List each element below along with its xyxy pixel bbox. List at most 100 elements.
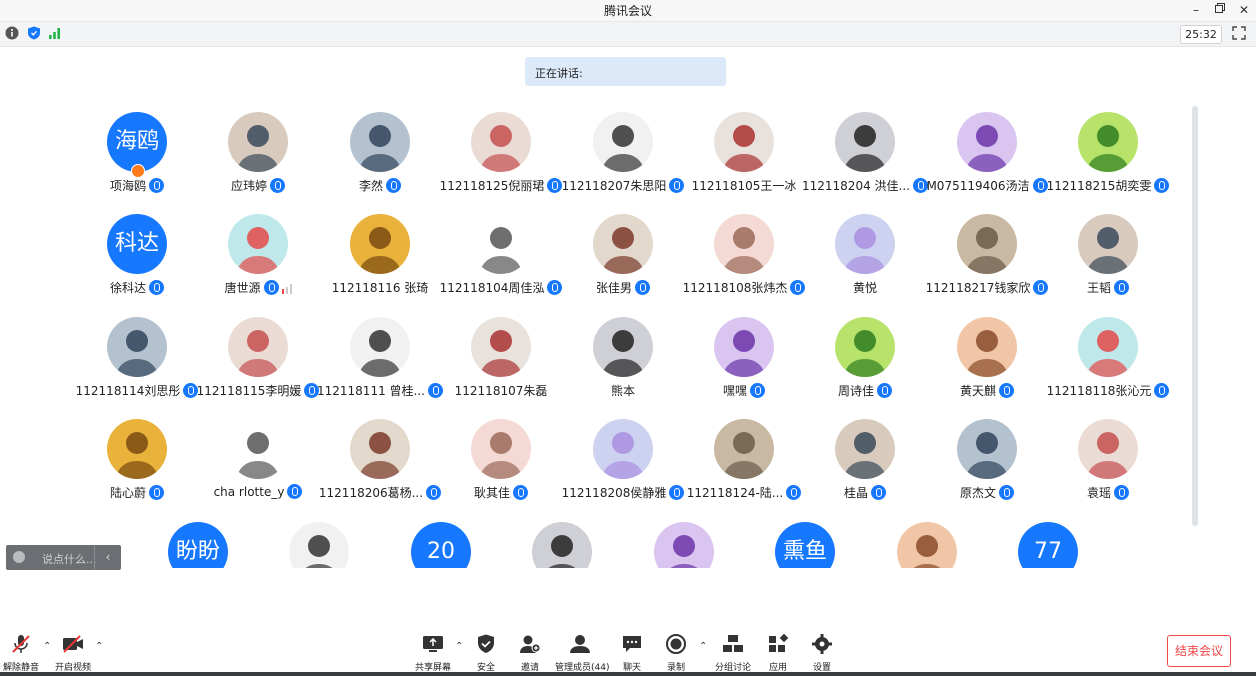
participant-tile[interactable]: 嘿嘿 (679, 317, 809, 413)
participant-tile[interactable]: 海鸥 项海鸥 (72, 112, 202, 208)
participant-tile[interactable]: 20 (376, 522, 506, 568)
participant-tile[interactable]: 112118208侯静雅 (558, 419, 688, 515)
avatar-photo[interactable] (471, 112, 531, 172)
participant-tile[interactable]: 王韬 (1043, 214, 1173, 310)
avatar-photo[interactable] (897, 522, 957, 568)
participant-tile[interactable]: 熊本 (558, 317, 688, 413)
scrollbar-thumb[interactable] (1192, 106, 1198, 526)
participant-tile[interactable]: 唐世源 (193, 214, 323, 310)
participant-tile[interactable]: 112118115李明媛 (193, 317, 323, 413)
avatar-photo[interactable] (654, 522, 714, 568)
unmute-button[interactable]: 解除静音 (3, 634, 39, 673)
avatar-photo[interactable] (350, 214, 410, 274)
avatar-photo[interactable] (593, 419, 653, 479)
participant-tile[interactable]: 原杰文 (922, 419, 1052, 515)
participant-tile[interactable]: 112118116 张琦 (315, 214, 445, 310)
record-options-caret[interactable]: ⌃ (699, 642, 709, 652)
participant-tile[interactable]: 黄悦 (800, 214, 930, 310)
security-button[interactable]: 安全 (471, 634, 501, 673)
manage-members-button[interactable]: 管理成员(44) (555, 634, 609, 673)
participant-tile[interactable]: 112118207朱思阳 (558, 112, 688, 208)
avatar-photo[interactable] (957, 112, 1017, 172)
participant-tile[interactable]: 112118125倪丽珺 (436, 112, 566, 208)
avatar-photo[interactable] (228, 317, 288, 377)
avatar-photo[interactable] (107, 419, 167, 479)
participant-tile[interactable]: 陆心蔚 (72, 419, 202, 515)
participant-tile[interactable]: 77 (983, 522, 1113, 568)
avatar-photo[interactable] (532, 522, 592, 568)
avatar-photo[interactable] (1078, 317, 1138, 377)
apps-button[interactable]: 应用 (763, 634, 793, 673)
participant-tile[interactable]: 112118204 洪佳... (800, 112, 930, 208)
participant-tile[interactable]: 112118108张炜杰 (679, 214, 809, 310)
chevron-left-icon[interactable]: ‹ (94, 545, 121, 570)
video-options-caret[interactable]: ⌃ (95, 642, 105, 652)
avatar-photo[interactable] (228, 419, 288, 479)
participant-tile[interactable]: 112118104周佳泓 (436, 214, 566, 310)
avatar-initials[interactable]: 77 (1018, 522, 1078, 568)
share-screen-button[interactable]: 共享屏幕 (415, 634, 451, 673)
participant-tile[interactable]: 张佳男 (558, 214, 688, 310)
end-meeting-button[interactable]: 结束会议 (1167, 635, 1231, 667)
chat-button[interactable]: 聊天 (617, 634, 647, 673)
participant-tile[interactable]: 李然 (315, 112, 445, 208)
avatar-photo[interactable] (957, 214, 1017, 274)
avatar-photo[interactable] (350, 112, 410, 172)
avatar-photo[interactable] (957, 419, 1017, 479)
audio-options-caret[interactable]: ⌃ (43, 642, 53, 652)
participant-tile[interactable]: 112118107朱磊 (436, 317, 566, 413)
avatar-photo[interactable] (471, 214, 531, 274)
breakout-button[interactable]: 分组讨论 (715, 634, 751, 673)
avatar-initials[interactable]: 熏鱼 (775, 522, 835, 568)
participant-tile[interactable]: 黄天麒 (922, 317, 1052, 413)
participant-tile[interactable]: 112118215胡奕雯 (1043, 112, 1173, 208)
participant-tile[interactable]: 周诗佳 (800, 317, 930, 413)
participant-tile[interactable] (619, 522, 749, 568)
participant-tile[interactable]: 112118105王一冰 (679, 112, 809, 208)
avatar-photo[interactable] (835, 419, 895, 479)
avatar-photo[interactable] (714, 419, 774, 479)
avatar-photo[interactable] (289, 522, 349, 568)
avatar-photo[interactable] (1078, 214, 1138, 274)
avatar-photo[interactable] (593, 214, 653, 274)
avatar-photo[interactable] (714, 112, 774, 172)
avatar-photo[interactable] (957, 317, 1017, 377)
participant-tile[interactable]: 112118118张沁元 (1043, 317, 1173, 413)
participant-tile[interactable] (497, 522, 627, 568)
avatar-photo[interactable] (350, 317, 410, 377)
avatar-initials[interactable]: 科达 (107, 214, 167, 274)
avatar-initials[interactable]: 海鸥 (107, 112, 167, 172)
invite-button[interactable]: 邀请 (515, 634, 545, 673)
participant-tile[interactable]: 桂晶 (800, 419, 930, 515)
participant-tile[interactable]: 熏鱼 (740, 522, 870, 568)
avatar-photo[interactable] (593, 317, 653, 377)
avatar-photo[interactable] (835, 112, 895, 172)
avatar-photo[interactable] (350, 419, 410, 479)
participant-tile[interactable]: 112118206葛杨... (315, 419, 445, 515)
avatar-photo[interactable] (1078, 419, 1138, 479)
start-video-button[interactable]: 开启视频 (55, 634, 91, 673)
avatar-initials[interactable]: 盼盼 (168, 522, 228, 568)
participant-tile[interactable]: 112118217钱家欣 (922, 214, 1052, 310)
avatar-photo[interactable] (1078, 112, 1138, 172)
avatar-photo[interactable] (107, 317, 167, 377)
record-button[interactable]: 录制 (661, 634, 691, 673)
chat-input-pill[interactable]: 说点什么... ‹ (6, 545, 121, 570)
share-options-caret[interactable]: ⌃ (455, 642, 465, 652)
avatar-photo[interactable] (835, 214, 895, 274)
participant-tile[interactable]: 袁瑶 (1043, 419, 1173, 515)
participant-tile[interactable] (862, 522, 992, 568)
avatar-photo[interactable] (228, 214, 288, 274)
avatar-photo[interactable] (471, 317, 531, 377)
participant-tile[interactable]: 盼盼 (133, 522, 263, 568)
avatar-photo[interactable] (593, 112, 653, 172)
participant-tile[interactable]: 112118124-陆... (679, 419, 809, 515)
participant-tile[interactable]: 耿其佳 (436, 419, 566, 515)
avatar-photo[interactable] (471, 419, 531, 479)
participant-tile[interactable]: M075119406汤洁 (922, 112, 1052, 208)
participant-tile[interactable]: 112118114刘思彤 (72, 317, 202, 413)
emoji-icon[interactable] (13, 551, 25, 563)
avatar-photo[interactable] (228, 112, 288, 172)
avatar-photo[interactable] (835, 317, 895, 377)
avatar-photo[interactable] (714, 214, 774, 274)
